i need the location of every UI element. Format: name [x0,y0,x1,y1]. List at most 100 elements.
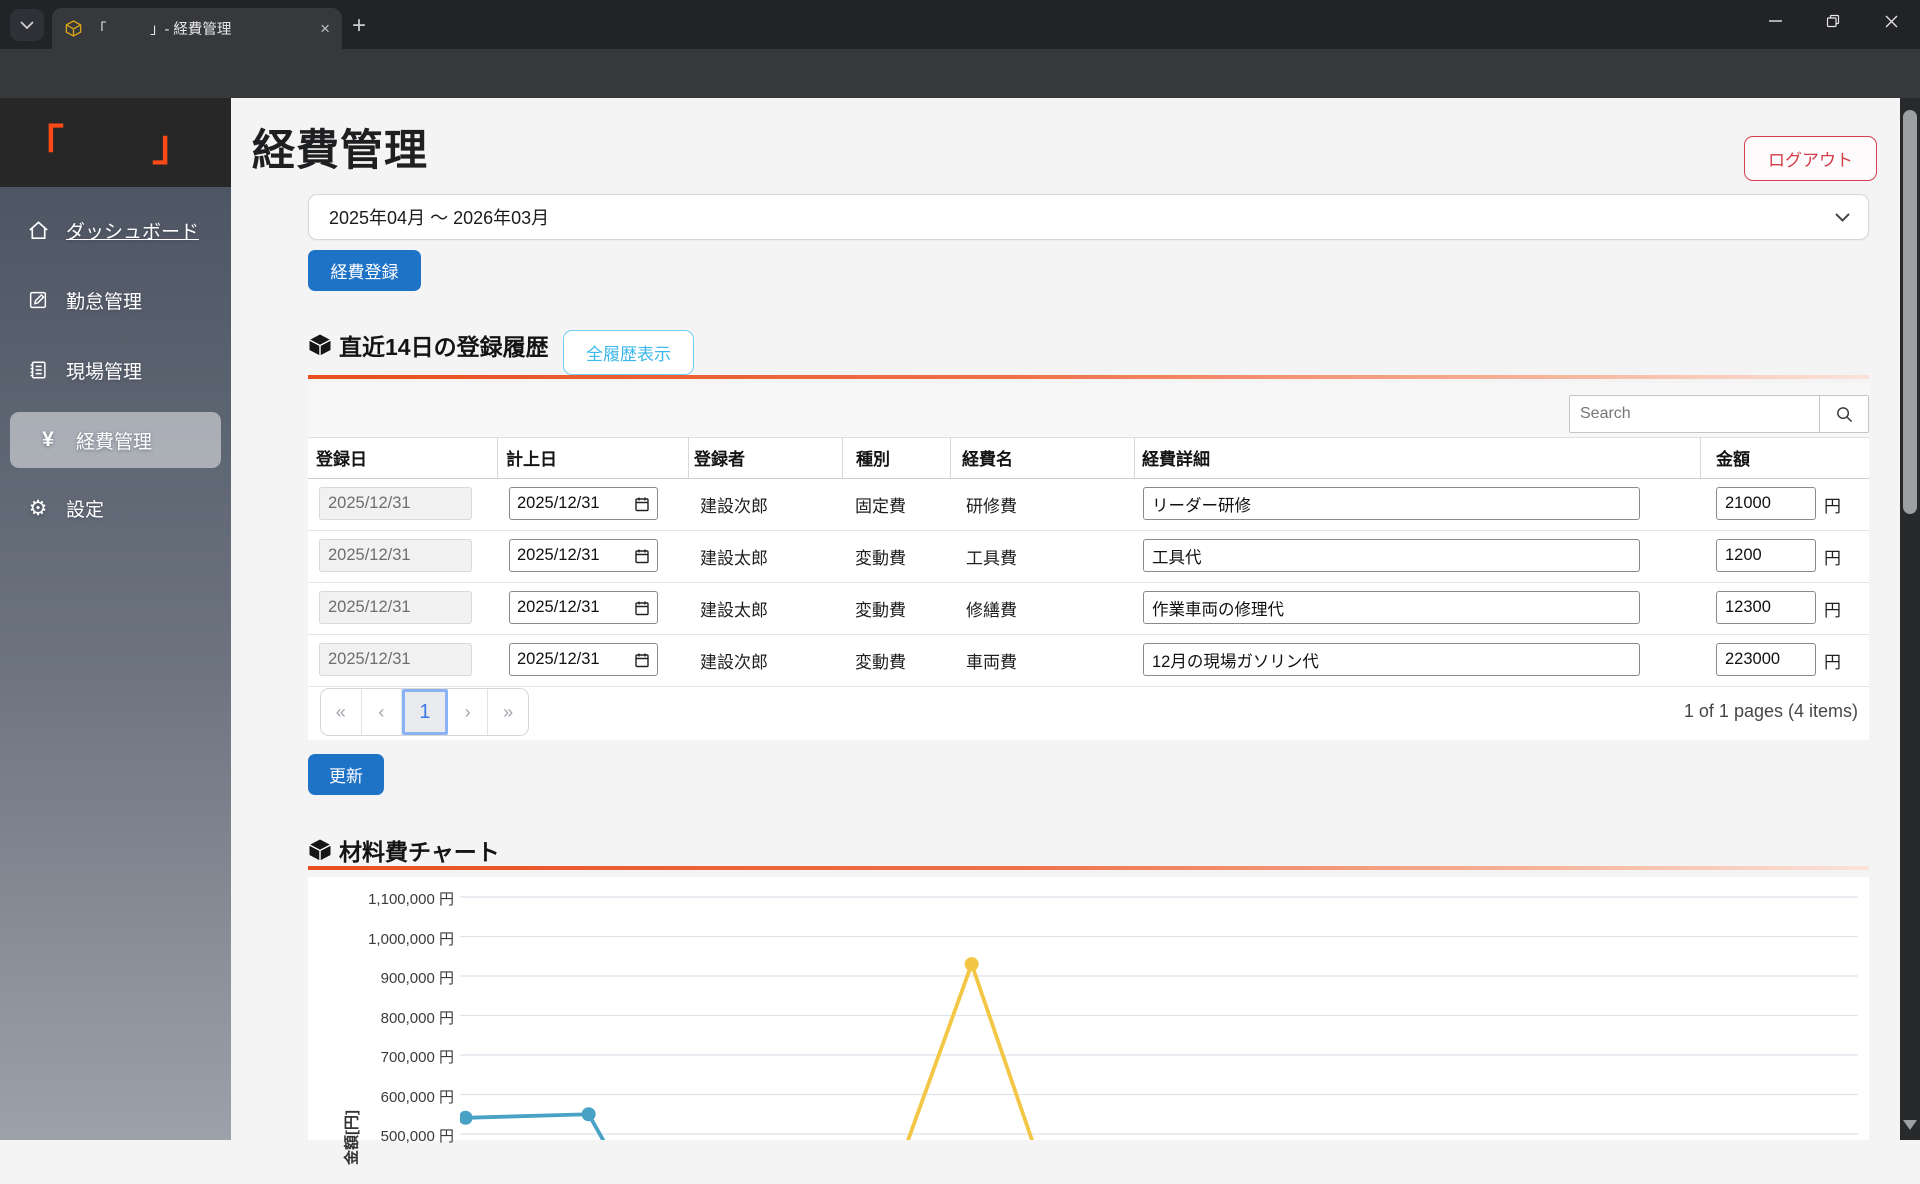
table-row: 建設次郎 固定費 研修費 円 [308,478,1869,531]
show-all-history-button[interactable]: 全履歴表示 [563,330,694,375]
main-content: 経費管理 ログアウト 2025年04月 ～ 2026年03月 経費登録 直近14… [231,98,1900,1165]
logo-open-bracket: 「 [22,122,65,169]
posting-date-field[interactable] [509,591,658,624]
calendar-icon[interactable] [634,496,650,512]
column-header: 経費名 [962,450,1013,469]
browser-tab-strip: 「 」- 経費管理 × + [0,0,1920,49]
sidebar-item-label: 設定 [66,499,105,521]
series-1-point [460,1110,473,1125]
sidebar: 「 」 ダッシュボード 勤怠管理 現場管理 ¥ 経費管理 ⚙ 設定 [0,98,231,1140]
pagination-last-button[interactable]: » [488,689,528,735]
y-tick-label: 800,000 円 [380,1009,454,1027]
pagination-page-1[interactable]: 1 [402,689,448,735]
scrollbar-thumb[interactable] [1903,110,1917,514]
registered-date-field [319,643,472,676]
chart-y-axis-title: 金額[円] [343,1110,361,1165]
calendar-icon[interactable] [634,600,650,616]
section-divider [308,375,1869,379]
category-cell: 変動費 [855,548,906,568]
pagination-prev-button[interactable]: ‹ [362,689,403,735]
amount-input[interactable] [1716,643,1816,676]
category-cell: 固定費 [855,496,906,516]
minimize-icon [1768,20,1782,22]
expense-register-button[interactable]: 経費登録 [308,250,421,291]
sidebar-item-attendance[interactable]: 勤怠管理 [0,272,231,328]
detail-input[interactable] [1143,487,1640,520]
yen-icon: ¥ [42,428,54,451]
sidebar-item-label: 現場管理 [66,361,143,383]
amount-input[interactable] [1716,591,1816,624]
posting-date-field[interactable] [509,539,658,572]
y-tick-label: 700,000 円 [380,1049,454,1066]
posting-date-field[interactable] [509,643,658,676]
amount-input[interactable] [1716,539,1816,572]
tab-search-chevron-button[interactable] [10,9,44,41]
notebook-icon [26,358,50,382]
search-button[interactable] [1819,395,1869,433]
home-icon [26,218,50,242]
page-scrollbar[interactable] [1900,98,1920,1140]
history-section-heading: 直近14日の登録履歴 [308,328,549,362]
table-row: 建設太郎 変動費 修繕費 円 [308,582,1869,635]
chevron-down-icon [20,21,34,29]
section-divider [308,866,1869,870]
search-input[interactable] [1569,395,1819,433]
chart-section-heading: 材料費チャート [308,833,500,867]
posting-date-field[interactable] [509,487,658,520]
logo-close-bracket: 」 [152,122,195,169]
new-tab-button[interactable]: + [352,12,366,40]
favicon-cube-icon [65,20,82,37]
table-header-row: 登録日 計上日 登録者 種別 経費名 経費詳細 金額 [308,437,1869,479]
calendar-icon[interactable] [634,652,650,668]
registrant-cell: 建設次郎 [700,652,768,672]
registrant-cell: 建設太郎 [700,548,768,568]
pagination-first-button[interactable]: « [321,689,362,735]
cube-icon [309,334,331,356]
y-tick-label: 900,000 円 [380,970,454,987]
amount-input[interactable] [1716,487,1816,520]
pagination-next-button[interactable]: › [448,689,489,735]
column-header: 登録日 [316,450,367,469]
period-select[interactable]: 2025年04月 ～ 2026年03月 [308,194,1869,240]
yen-unit-label: 円 [1824,652,1841,672]
scrollbar-down-arrow-icon[interactable] [1903,1120,1917,1130]
logout-button[interactable]: ログアウト [1744,136,1877,181]
posting-date-input[interactable] [517,546,617,565]
detail-input[interactable] [1143,539,1640,572]
y-tick-label: 1,000,000 円 [368,930,454,948]
window-controls [1746,0,1920,42]
window-close-button[interactable] [1862,0,1920,42]
browser-tab[interactable]: 「 」- 経費管理 × [52,8,342,49]
material-cost-chart: 1,100,000 円 1,000,000 円 900,000 円 800,000 円… [308,877,1869,1165]
category-cell: 変動費 [855,600,906,620]
calendar-icon[interactable] [634,548,650,564]
window-restore-button[interactable] [1804,0,1862,42]
sidebar-item-settings[interactable]: ⚙ 設定 [0,480,231,536]
detail-input[interactable] [1143,643,1640,676]
posting-date-input[interactable] [517,598,617,617]
yen-unit-label: 円 [1824,496,1841,516]
restore-icon [1826,14,1840,28]
chevron-down-icon [1835,212,1850,222]
series-2-point [964,957,979,972]
sidebar-item-dashboard[interactable]: ダッシュボード [0,202,231,258]
series-1-point [581,1107,596,1122]
expense-name-cell: 修繕費 [966,600,1017,620]
window-minimize-button[interactable] [1746,0,1804,42]
category-cell: 変動費 [855,652,906,672]
period-selected-value: 2025年04月 ～ 2026年03月 [329,208,550,228]
sidebar-item-expenses[interactable]: ¥ 経費管理 [10,412,221,468]
series-2-line [906,958,1034,1140]
column-header: 計上日 [506,450,557,469]
posting-date-input[interactable] [517,494,617,513]
edit-icon [26,288,50,312]
sidebar-item-sites[interactable]: 現場管理 [0,342,231,398]
detail-input[interactable] [1143,591,1640,624]
expense-name-cell: 研修費 [966,496,1017,516]
refresh-button[interactable]: 更新 [308,754,384,795]
tab-close-icon[interactable]: × [320,20,330,37]
posting-date-input[interactable] [517,650,617,669]
column-header: 種別 [856,450,890,469]
sidebar-item-label: 勤怠管理 [66,291,143,313]
close-icon [1885,15,1897,27]
